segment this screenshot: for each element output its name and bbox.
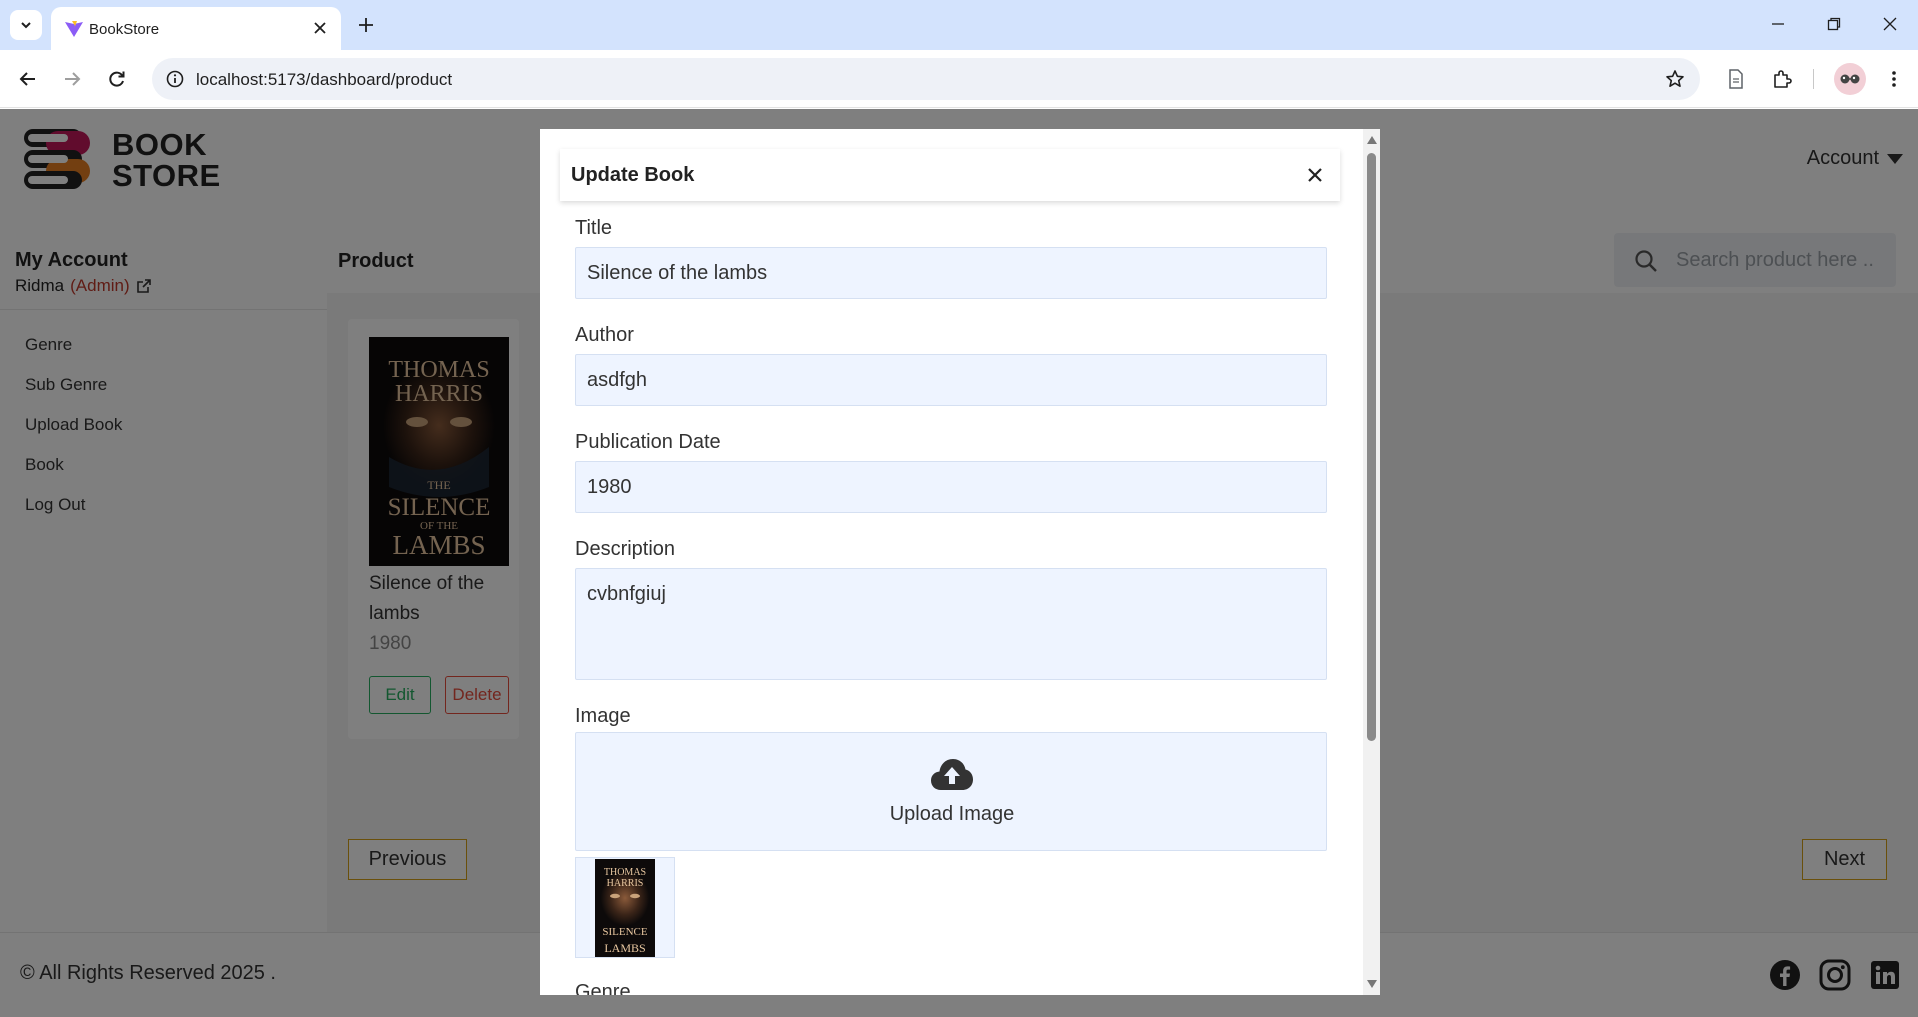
image-upload-dropzone[interactable]: Upload Image [575,732,1327,851]
url-text: localhost:5173/dashboard/product [196,70,453,89]
chrome-menu-button[interactable] [1878,63,1910,95]
close-icon [314,22,326,34]
reload-icon [109,71,125,87]
forward-arrow-icon [65,72,81,86]
close-icon [1308,168,1322,182]
reading-list-icon [1729,69,1743,89]
browser-tab[interactable]: BookStore [51,7,341,50]
thumb-author-line-2: HARRIS [607,878,644,889]
description-textarea[interactable]: cvbnfgiuj [575,568,1327,680]
site-info-button[interactable] [162,66,188,92]
modal-header: Update Book [560,149,1340,201]
tab-search-button[interactable] [10,10,42,40]
modal-scrollbar[interactable] [1363,129,1380,995]
profile-avatar[interactable] [1834,63,1866,95]
author-input[interactable] [575,354,1327,406]
close-icon [1883,17,1897,31]
web-page: BOOK STORE Account My Account Ridma (Adm… [0,109,1918,1017]
minimize-icon [1772,23,1784,25]
browser-tab-strip: BookStore [0,0,1918,50]
scroll-down-arrow-icon[interactable] [1367,980,1377,988]
forward-button[interactable] [56,63,88,95]
minimize-button[interactable] [1758,8,1798,40]
browser-toolbar: localhost:5173/dashboard/product [0,50,1918,108]
cloud-upload-icon [931,759,973,790]
extensions-button[interactable] [1766,63,1798,95]
title-input[interactable] [575,247,1327,299]
publication-date-input[interactable] [575,461,1327,513]
star-icon [1666,70,1684,87]
back-button[interactable] [12,63,44,95]
bookmark-button[interactable] [1662,66,1688,92]
book-cover-thumbnail: THOMAS HARRIS SILENCE LAMBS [595,859,655,957]
modal-close-button[interactable] [1302,162,1328,188]
image-label: Image [575,705,631,727]
image-preview[interactable]: THOMAS HARRIS SILENCE LAMBS [575,857,675,958]
tab-close-button[interactable] [309,17,331,39]
genre-label: Genre [575,981,631,995]
title-label: Title [575,217,613,239]
scroll-up-arrow-icon[interactable] [1367,136,1377,144]
publication-date-label: Publication Date [575,431,721,453]
upload-image-text: Upload Image [889,803,1015,825]
avatar-glasses-icon [1840,74,1860,84]
thumb-author-line-1: THOMAS [604,867,646,878]
thumb-title-silence: SILENCE [602,926,648,938]
site-info-icon [166,70,184,88]
chevron-down-icon [21,22,31,29]
toolbar-separator [1813,69,1814,89]
back-arrow-icon [19,72,35,86]
restore-button[interactable] [1814,8,1854,40]
plus-icon [359,18,373,32]
address-bar[interactable]: localhost:5173/dashboard/product [152,58,1700,100]
tab-title: BookStore [89,21,160,38]
vite-favicon [65,21,83,37]
reading-list-button[interactable] [1720,63,1752,95]
scrollbar-thumb[interactable] [1367,153,1376,741]
author-label: Author [575,324,634,346]
more-vert-icon [1892,71,1896,87]
restore-icon [1827,17,1841,31]
close-window-button[interactable] [1870,8,1910,40]
modal-title: Update Book [571,164,695,186]
new-tab-button[interactable] [351,10,381,40]
update-book-modal: Update Book Title Author Publication Dat… [540,129,1380,995]
description-label: Description [575,538,676,560]
thumb-title-lambs: LAMBS [604,941,645,955]
reload-button[interactable] [101,63,133,95]
extensions-icon [1774,70,1792,88]
